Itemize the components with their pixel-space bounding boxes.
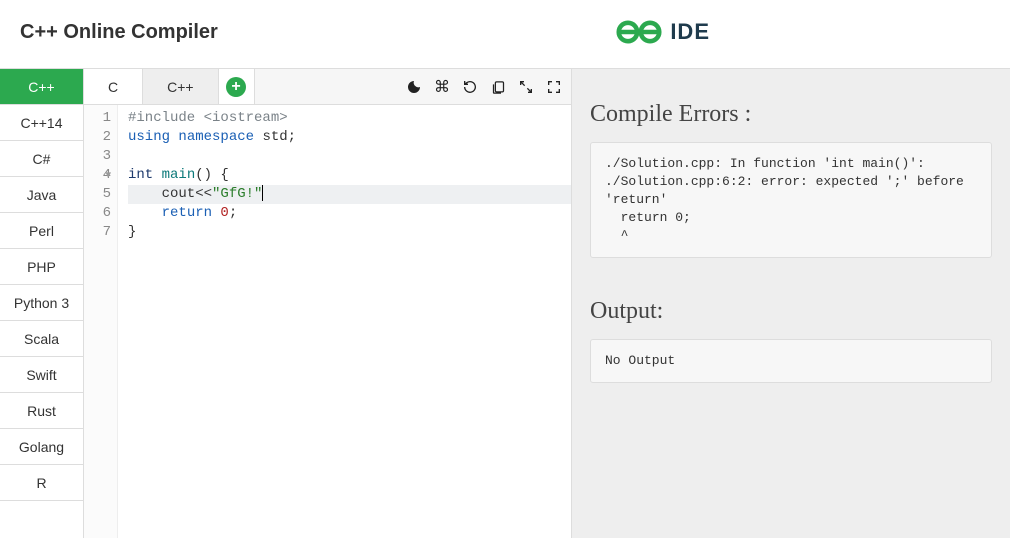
output-title: Output:	[590, 298, 992, 325]
line-number: 1	[84, 109, 111, 128]
plus-icon: +	[226, 77, 246, 97]
gfg-logo-icon	[616, 18, 662, 46]
editor-toolbar: ⌘	[405, 69, 563, 105]
reset-icon[interactable]	[461, 78, 479, 96]
line-number: 6	[84, 204, 111, 223]
header: C++ Online Compiler IDE	[0, 0, 1010, 68]
lang-item-cpp[interactable]: C++	[0, 69, 83, 105]
output-box: No Output	[590, 339, 992, 383]
line-number: 7	[84, 223, 111, 242]
lang-item-scala[interactable]: Scala	[0, 321, 83, 357]
code-editor[interactable]: 1 2 3 4▾ 5 6 7 #include <iostream> using…	[84, 105, 571, 538]
tab-cpp[interactable]: C++	[143, 69, 218, 104]
lang-item-golang[interactable]: Golang	[0, 429, 83, 465]
code-line: #include <iostream>	[128, 109, 571, 128]
fullscreen-icon[interactable]	[545, 78, 563, 96]
compile-errors-title: Compile Errors :	[590, 101, 992, 128]
line-number: 4▾	[84, 166, 111, 185]
lang-item-r[interactable]: R	[0, 465, 83, 501]
fold-caret-icon: ▾	[101, 167, 111, 186]
line-number: 3	[84, 147, 111, 166]
keyboard-shortcuts-icon[interactable]: ⌘	[433, 78, 451, 96]
tab-c[interactable]: C	[84, 69, 143, 104]
lang-item-swift[interactable]: Swift	[0, 357, 83, 393]
text-cursor	[262, 185, 263, 201]
language-sidebar: C++ C++14 C# Java Perl PHP Python 3 Scal…	[0, 69, 84, 538]
code-line	[128, 147, 571, 166]
output-pane: Compile Errors : ./Solution.cpp: In func…	[572, 69, 1010, 538]
lang-item-perl[interactable]: Perl	[0, 213, 83, 249]
lang-item-php[interactable]: PHP	[0, 249, 83, 285]
code-lines[interactable]: #include <iostream> using namespace std;…	[118, 105, 571, 538]
workspace: C++ C++14 C# Java Perl PHP Python 3 Scal…	[0, 68, 1010, 538]
expand-icon[interactable]	[517, 78, 535, 96]
add-tab-button[interactable]: +	[219, 69, 255, 104]
lang-item-python3[interactable]: Python 3	[0, 285, 83, 321]
dark-mode-icon[interactable]	[405, 78, 423, 96]
logo-text: IDE	[670, 19, 710, 45]
code-line: int main() {	[128, 166, 571, 185]
compile-errors-box: ./Solution.cpp: In function 'int main()'…	[590, 142, 992, 258]
code-line: using namespace std;	[128, 128, 571, 147]
code-line: cout<<"GfG!"	[128, 185, 571, 204]
logo[interactable]: IDE	[616, 18, 710, 46]
line-gutter: 1 2 3 4▾ 5 6 7	[84, 105, 118, 538]
page-title: C++ Online Compiler	[20, 21, 218, 44]
code-line: }	[128, 223, 571, 242]
lang-item-cpp14[interactable]: C++14	[0, 105, 83, 141]
tab-bar: C C++ + ⌘	[84, 69, 571, 105]
lang-item-rust[interactable]: Rust	[0, 393, 83, 429]
lang-item-java[interactable]: Java	[0, 177, 83, 213]
copy-icon[interactable]	[489, 78, 507, 96]
code-line: return 0;	[128, 204, 571, 223]
editor-pane: C C++ + ⌘	[84, 69, 572, 538]
lang-item-csharp[interactable]: C#	[0, 141, 83, 177]
line-number: 2	[84, 128, 111, 147]
line-number: 5	[84, 185, 111, 204]
